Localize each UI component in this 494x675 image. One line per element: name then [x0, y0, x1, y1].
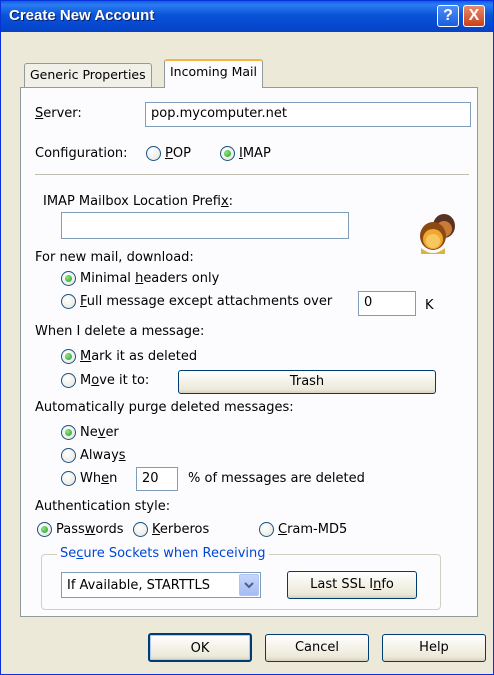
ssl-mode-value: If Available, STARTTLS — [67, 578, 210, 593]
ok-button[interactable]: OK — [148, 633, 252, 662]
title-bar[interactable]: Create New Account ? X — [1, 1, 493, 32]
tab-incoming-mail[interactable]: Incoming Mail — [164, 59, 263, 88]
window-title: Create New Account — [9, 7, 155, 24]
attachment-size-input[interactable]: 0 — [358, 291, 416, 316]
full-message-label[interactable]: Full message except attachments over — [80, 294, 332, 309]
pop-radio[interactable] — [146, 146, 161, 161]
mark-deleted-radio[interactable] — [61, 349, 76, 364]
tab-panel: Server: pop.mycomputer.net Configuration… — [20, 87, 478, 617]
never-label[interactable]: Never — [80, 425, 119, 440]
move-to-label[interactable]: Move it to: — [80, 373, 149, 388]
help-button[interactable]: Help — [382, 634, 486, 662]
auth-label: Authentication style: — [35, 499, 171, 514]
kerberos-label[interactable]: Kerberos — [152, 522, 209, 537]
full-message-radio[interactable] — [61, 294, 76, 309]
tab-generic-properties[interactable]: Generic Properties — [24, 63, 152, 87]
imap-radio-label[interactable]: IMAP — [239, 146, 271, 161]
chevron-down-icon — [244, 582, 254, 589]
cram-md5-label[interactable]: Cram-MD5 — [278, 522, 347, 537]
passwords-radio[interactable] — [37, 522, 52, 537]
dropdown-button[interactable] — [239, 574, 259, 596]
move-to-radio[interactable] — [61, 373, 76, 388]
close-title-button[interactable]: X — [463, 5, 485, 27]
ssl-group-legend: Secure Sockets when Receiving — [57, 546, 269, 561]
kerberos-radio[interactable] — [133, 522, 148, 537]
mark-deleted-label[interactable]: Mark it as deleted — [80, 349, 197, 364]
cancel-button[interactable]: Cancel — [265, 634, 369, 662]
cram-md5-radio[interactable] — [259, 522, 274, 537]
size-unit-label: K — [425, 298, 434, 313]
separator — [35, 174, 469, 175]
purge-percent-input[interactable]: 20 — [136, 467, 178, 491]
never-radio[interactable] — [61, 425, 76, 440]
minimal-headers-radio[interactable] — [61, 271, 76, 286]
imap-prefix-input[interactable] — [61, 212, 349, 239]
minimal-headers-label[interactable]: Minimal headers only — [80, 271, 219, 286]
imap-radio[interactable] — [220, 146, 235, 161]
help-title-button[interactable]: ? — [437, 5, 459, 27]
when-radio[interactable] — [61, 471, 76, 486]
imap-prefix-label: IMAP Mailbox Location Prefix: — [43, 194, 234, 209]
passwords-label[interactable]: Passwords — [56, 522, 124, 537]
server-input[interactable]: pop.mycomputer.net — [145, 102, 471, 127]
server-label: Server: — [35, 106, 82, 121]
last-ssl-info-button[interactable]: Last SSL Info — [287, 571, 417, 599]
purge-percent-suffix: % of messages are deleted — [188, 471, 365, 486]
ssl-mode-select[interactable]: If Available, STARTTLS — [61, 572, 261, 598]
delete-label: When I delete a message: — [35, 324, 205, 339]
always-label[interactable]: Always — [80, 448, 126, 463]
purge-label: Automatically purge deleted messages: — [35, 400, 294, 415]
trash-folder-button[interactable]: Trash — [178, 370, 436, 394]
pop-radio-label[interactable]: POP — [165, 146, 191, 161]
new-mail-label: For new mail, download: — [35, 250, 194, 265]
when-label[interactable]: When — [80, 471, 117, 486]
always-radio[interactable] — [61, 448, 76, 463]
dialog-window: Create New Account ? X Generic Propertie… — [0, 0, 494, 675]
configuration-label: Configuration: — [35, 146, 128, 161]
user-avatar-icon — [420, 214, 455, 254]
